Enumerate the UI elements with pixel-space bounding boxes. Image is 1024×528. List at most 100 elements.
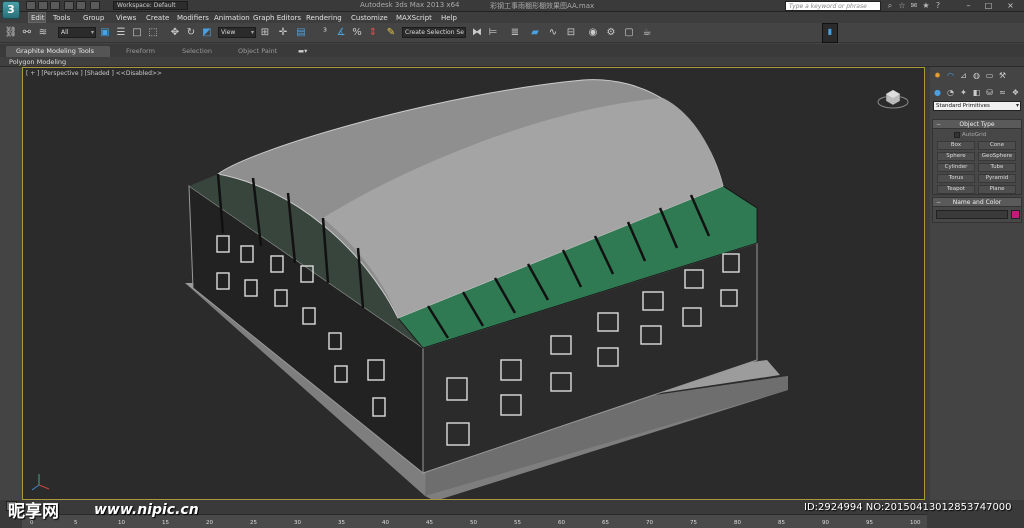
menu-create[interactable]: Create	[146, 13, 169, 23]
motion-tab-icon[interactable]: ◍	[971, 70, 982, 81]
keyboard-shortcut-icon[interactable]: ▤	[294, 25, 308, 40]
main-toolbar: ⛓ ⚯ ≋ All ▣ ☰ □ ⬚ ✥ ↻ ◩ View ⊞ ✛ ▤ ³ ∡ %…	[0, 23, 1024, 43]
tab-selection[interactable]: Selection	[182, 46, 212, 57]
torus-button[interactable]: Torus	[937, 174, 975, 183]
render-production-icon[interactable]: ☕	[640, 25, 654, 40]
plane-button[interactable]: Plane	[978, 185, 1016, 194]
helpers-icon[interactable]: ⛁	[984, 87, 995, 98]
selection-filter-dropdown[interactable]: All	[58, 27, 96, 38]
communication-icon[interactable]: ✉	[909, 1, 919, 11]
display-tab-icon[interactable]: ▭	[984, 70, 995, 81]
spacewarps-icon[interactable]: ≈	[997, 87, 1008, 98]
menu-edit[interactable]: Edit	[31, 13, 45, 23]
object-type-header[interactable]: Object Type	[933, 120, 1021, 129]
align-icon[interactable]: ⊨	[486, 25, 500, 40]
rect-selection-icon[interactable]: □	[130, 25, 144, 40]
object-color-swatch[interactable]	[1011, 210, 1020, 219]
spinner-snap-icon[interactable]: ⇕	[366, 25, 380, 40]
geometry-icon[interactable]: ●	[932, 87, 943, 98]
search-icon[interactable]: ⌕	[885, 1, 895, 11]
menu-graph-editors[interactable]: Graph Editors	[253, 13, 301, 23]
menu-group[interactable]: Group	[83, 13, 104, 23]
sphere-button[interactable]: Sphere	[937, 152, 975, 161]
viewport-label[interactable]: [ + ] [Perspective ] [Shaded ] <<Disable…	[26, 70, 162, 77]
undo-icon[interactable]	[64, 1, 74, 10]
rendered-frame-icon[interactable]: ▢	[622, 25, 636, 40]
ribbon-options-icon[interactable]: ▬▾	[298, 46, 307, 57]
modify-tab-icon[interactable]: ◠	[945, 70, 956, 81]
subscription-icon[interactable]: ☆	[897, 1, 907, 11]
close-button[interactable]: ×	[1003, 0, 1018, 11]
select-manipulate-icon[interactable]: ✛	[276, 25, 290, 40]
cylinder-button[interactable]: Cylinder	[937, 163, 975, 172]
menu-modifiers[interactable]: Modifiers	[177, 13, 209, 23]
box-button[interactable]: Box	[937, 141, 975, 150]
menu-maxscript[interactable]: MAXScript	[396, 13, 432, 23]
tab-object-paint[interactable]: Object Paint	[238, 46, 277, 57]
name-and-color-header[interactable]: Name and Color	[933, 198, 1021, 207]
menu-rendering[interactable]: Rendering	[306, 13, 342, 23]
project-folder-icon[interactable]	[90, 1, 100, 10]
new-file-icon[interactable]	[26, 1, 36, 10]
geosphere-button[interactable]: GeoSphere	[978, 152, 1016, 161]
angle-snap-icon[interactable]: ∡	[334, 25, 348, 40]
window-crossing-icon[interactable]: ⬚	[146, 25, 160, 40]
schematic-view-icon[interactable]: ⊟	[564, 25, 578, 40]
help-icon[interactable]: ?	[933, 1, 943, 11]
systems-icon[interactable]: ❖	[1010, 87, 1021, 98]
select-by-name-icon[interactable]: ☰	[114, 25, 128, 40]
menu-customize[interactable]: Customize	[351, 13, 388, 23]
menu-views[interactable]: Views	[116, 13, 136, 23]
cone-button[interactable]: Cone	[978, 141, 1016, 150]
polygon-modeling-bar[interactable]: Polygon Modeling	[0, 57, 1024, 67]
maximize-button[interactable]: □	[981, 0, 996, 11]
tube-button[interactable]: Tube	[978, 163, 1016, 172]
autogrid-checkbox[interactable]	[954, 132, 960, 138]
redo-icon[interactable]	[76, 1, 86, 10]
scale-icon[interactable]: ◩	[200, 25, 214, 40]
menu-help[interactable]: Help	[441, 13, 457, 23]
star-icon[interactable]: ★	[921, 1, 931, 11]
graphite-toggle-icon[interactable]: ▰	[528, 25, 542, 40]
perspective-viewport[interactable]: [ + ] [Perspective ] [Shaded ] <<Disable…	[22, 67, 925, 500]
device-icon[interactable]: ▮	[822, 23, 838, 43]
mirror-icon[interactable]: ⧓	[470, 25, 484, 40]
tab-freeform[interactable]: Freeform	[126, 46, 155, 57]
curve-editor-icon[interactable]: ∿	[546, 25, 560, 40]
edit-named-selection-icon[interactable]: ✎	[384, 25, 398, 40]
viewcube-icon[interactable]	[876, 86, 910, 110]
category-dropdown[interactable]: Standard Primitives	[933, 101, 1021, 111]
percent-snap-icon[interactable]: %	[350, 25, 364, 40]
snaps-toggle-icon[interactable]: ³	[318, 25, 332, 40]
pyramid-button[interactable]: Pyramid	[978, 174, 1016, 183]
layer-manager-icon[interactable]: ≣	[508, 25, 522, 40]
rotate-icon[interactable]: ↻	[184, 25, 198, 40]
menu-tools[interactable]: Tools	[53, 13, 70, 23]
search-input[interactable]: Type a keyword or phrase	[785, 1, 881, 11]
hierarchy-tab-icon[interactable]: ⊿	[958, 70, 969, 81]
render-setup-icon[interactable]: ⚙	[604, 25, 618, 40]
open-file-icon[interactable]	[38, 1, 48, 10]
menu-animation[interactable]: Animation	[214, 13, 250, 23]
object-name-input[interactable]	[936, 210, 1008, 219]
named-selection-dropdown[interactable]: Create Selection Se	[402, 27, 466, 38]
unlink-icon[interactable]: ⚯	[20, 25, 34, 40]
reference-coordinate-dropdown[interactable]: View	[218, 27, 256, 38]
save-file-icon[interactable]	[50, 1, 60, 10]
bind-space-warp-icon[interactable]: ≋	[36, 25, 50, 40]
teapot-button[interactable]: Teapot	[937, 185, 975, 194]
minimize-button[interactable]: –	[961, 0, 976, 11]
move-icon[interactable]: ✥	[168, 25, 182, 40]
material-editor-icon[interactable]: ◉	[586, 25, 600, 40]
pivot-center-icon[interactable]: ⊞	[258, 25, 272, 40]
lights-icon[interactable]: ✦	[958, 87, 969, 98]
link-icon[interactable]: ⛓	[4, 25, 18, 40]
create-tab-icon[interactable]: ✹	[932, 70, 943, 81]
workspace-dropdown[interactable]: Workspace: Default	[113, 1, 188, 10]
shapes-icon[interactable]: ◔	[945, 87, 956, 98]
cameras-icon[interactable]: ◧	[971, 87, 982, 98]
select-object-icon[interactable]: ▣	[98, 25, 112, 40]
tab-graphite-modeling-tools[interactable]: Graphite Modeling Tools	[6, 46, 110, 57]
app-logo-icon[interactable]: 3	[2, 1, 20, 19]
utilities-tab-icon[interactable]: ⚒	[997, 70, 1008, 81]
